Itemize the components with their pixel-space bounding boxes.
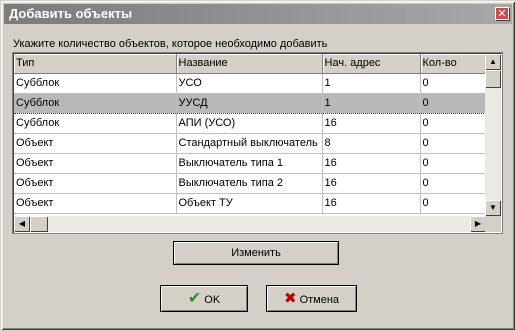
- cell-name[interactable]: Стандартный выключатель: [176, 133, 323, 154]
- cancel-button-label: Отмена: [299, 294, 340, 306]
- table-row[interactable]: Объект Стандартный выключатель 8 0: [14, 133, 489, 154]
- arrow-right-icon: ▶: [474, 219, 482, 228]
- cell-start-address[interactable]: 16: [322, 153, 421, 174]
- scroll-up-button[interactable]: ▲: [485, 54, 501, 70]
- cell-type[interactable]: Объект: [14, 153, 177, 174]
- cell-name[interactable]: УСО: [176, 73, 323, 94]
- scroll-left-button[interactable]: ◀: [14, 216, 30, 232]
- ok-button-label: OK: [204, 294, 221, 306]
- instruction-text: Укажите количество объектов, которое нео…: [13, 38, 328, 50]
- cell-name[interactable]: УУСД: [176, 92, 323, 114]
- column-header-start-address[interactable]: Нач. адрес: [322, 54, 421, 74]
- cell-name[interactable]: Объект ТУ: [176, 193, 323, 214]
- cell-name[interactable]: АПИ (УСО): [176, 113, 323, 134]
- cell-type[interactable]: Объект: [14, 193, 177, 214]
- cell-name[interactable]: Выключатель типа 2: [176, 173, 323, 194]
- change-button-label: Изменить: [231, 247, 281, 259]
- scroll-down-button[interactable]: ▼: [485, 200, 501, 216]
- arrow-up-icon: ▲: [489, 57, 497, 66]
- cell-name[interactable]: Выключатель типа 1: [176, 153, 323, 174]
- change-button[interactable]: Изменить: [173, 241, 339, 265]
- cell-start-address[interactable]: 1: [322, 73, 421, 94]
- vertical-scroll-thumb[interactable]: [485, 70, 501, 88]
- close-button[interactable]: ✕: [495, 7, 509, 20]
- cell-type[interactable]: Субблок: [14, 73, 177, 94]
- cell-count[interactable]: 0: [420, 133, 489, 154]
- cell-count[interactable]: 0: [420, 73, 489, 94]
- cell-count[interactable]: 0: [420, 193, 489, 214]
- cell-start-address[interactable]: 8: [322, 133, 421, 154]
- column-header-type[interactable]: Тип: [14, 54, 177, 74]
- cell-type[interactable]: Объект: [14, 173, 177, 194]
- close-icon: ✕: [497, 8, 507, 20]
- table-row[interactable]: Объект Выключатель типа 1 16 0: [14, 153, 489, 174]
- arrow-down-icon: ▼: [489, 203, 497, 212]
- vertical-scrollbar[interactable]: ▲ ▼: [485, 54, 501, 216]
- scrollbar-corner: [485, 216, 501, 232]
- cell-start-address[interactable]: 16: [322, 113, 421, 134]
- table-row-selected[interactable]: Субблок УУСД 1 0: [14, 92, 489, 114]
- column-header-count[interactable]: Кол-во: [420, 54, 489, 74]
- horizontal-scroll-thumb[interactable]: [30, 216, 48, 232]
- arrow-left-icon: ◀: [18, 219, 26, 228]
- cell-type[interactable]: Объект: [14, 133, 177, 154]
- cell-count[interactable]: 0: [420, 92, 489, 114]
- cell-start-address[interactable]: 16: [322, 193, 421, 214]
- table-row[interactable]: Объект Объект ТУ 16 0: [14, 193, 489, 214]
- x-icon: ✖: [283, 290, 297, 307]
- cell-start-address[interactable]: 16: [322, 173, 421, 194]
- header-row: Тип Название Нач. адрес Кол-во: [14, 54, 489, 74]
- cell-start-address[interactable]: 1: [322, 92, 421, 114]
- cell-count[interactable]: 0: [420, 153, 489, 174]
- ok-button[interactable]: ✔ OK: [160, 285, 248, 312]
- cell-count[interactable]: 0: [420, 173, 489, 194]
- column-header-name[interactable]: Название: [176, 54, 323, 74]
- title-bar[interactable]: Добавить объекты ✕: [4, 4, 512, 24]
- cell-type[interactable]: Субблок: [14, 113, 177, 134]
- cancel-button[interactable]: ✖ Отмена: [266, 285, 357, 312]
- scroll-right-button[interactable]: ▶: [470, 216, 486, 232]
- add-objects-dialog: Добавить объекты ✕ Укажите количество об…: [0, 0, 516, 331]
- cell-count[interactable]: 0: [420, 113, 489, 134]
- dialog-title: Добавить объекты: [9, 6, 133, 21]
- horizontal-scrollbar[interactable]: ◀ ▶: [14, 216, 486, 232]
- check-icon: ✔: [187, 290, 202, 307]
- objects-table: Тип Название Нач. адрес Кол-во Субблок У…: [14, 54, 489, 214]
- table-row[interactable]: Объект Выключатель типа 2 16 0: [14, 173, 489, 194]
- table-row[interactable]: Субблок АПИ (УСО) 16 0: [14, 113, 489, 134]
- objects-grid: Тип Название Нач. адрес Кол-во Субблок У…: [12, 52, 503, 234]
- cell-type[interactable]: Субблок: [14, 92, 177, 114]
- table-row[interactable]: Субблок УСО 1 0: [14, 73, 489, 94]
